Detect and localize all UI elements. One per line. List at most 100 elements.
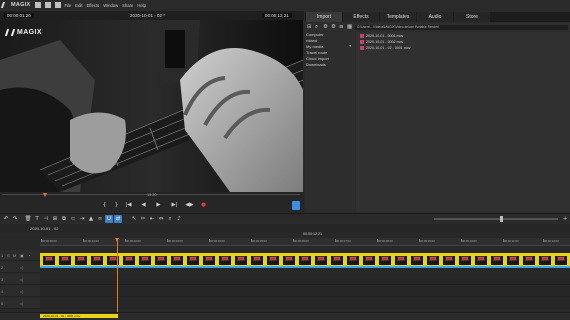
- track-header-5[interactable]: 5 ◁: [0, 298, 40, 309]
- timeline-playhead[interactable]: [115, 238, 119, 320]
- clip-overview[interactable]: 2020-10-01 - 02 - 0001.mov: [40, 314, 118, 318]
- menu-window[interactable]: Window: [103, 3, 118, 8]
- pointer-icon[interactable]: ↖: [130, 215, 138, 223]
- delete-icon[interactable]: 🗑: [24, 215, 32, 223]
- settings-icon[interactable]: ⚙: [323, 24, 329, 30]
- track-lane[interactable]: [40, 274, 570, 285]
- undo-icon[interactable]: ↶: [2, 215, 10, 223]
- list-view-icon[interactable]: ≡: [339, 24, 345, 30]
- range-icon[interactable]: ⇤: [148, 215, 156, 223]
- marker-icon[interactable]: ▲: [87, 215, 95, 223]
- track-header-2[interactable]: 2 ◁: [0, 262, 40, 273]
- ruler-label: 00:00:10:00: [461, 239, 477, 243]
- split-icon[interactable]: ⊣: [42, 215, 50, 223]
- file-item[interactable]: 2020-10-01 - 0002.mov: [356, 39, 570, 44]
- tab-audio[interactable]: Audio: [417, 12, 453, 22]
- watermark: MAGIX: [4, 29, 42, 36]
- mute-button[interactable]: M: [13, 253, 16, 258]
- track-header-3[interactable]: 3 ◁: [0, 274, 40, 285]
- zoom-slider-knob[interactable]: [500, 216, 503, 222]
- menu-edit[interactable]: Edit: [75, 3, 82, 8]
- ruler-label: 00:00:04:00: [209, 239, 225, 243]
- search-icon[interactable]: ⌕: [315, 24, 321, 30]
- speaker-icon[interactable]: ◁: [20, 277, 23, 282]
- redo-icon[interactable]: ↷: [11, 215, 19, 223]
- zoom-icon[interactable]: ⌕: [166, 215, 174, 223]
- play-button[interactable]: ▶: [154, 202, 163, 209]
- stretch-icon[interactable]: ⇔: [157, 215, 165, 223]
- watermark-logo-icon: [4, 29, 16, 36]
- tab-import[interactable]: Import: [306, 12, 342, 22]
- menu-effects[interactable]: Effects: [87, 3, 100, 8]
- edit-toolbar: ↶ ↷ 🗑 T ⊣ ⊞ ⧉ ⊂ ⇥ ▲ ∞ U ⇄ ↖ ✂ ⇤ ⇔ ⌕ ♪ +: [0, 213, 570, 223]
- file-item[interactable]: 2020-10-01 - 0001.mov: [356, 33, 570, 38]
- insert-icon[interactable]: ⊞: [51, 215, 59, 223]
- folder-path-field[interactable]: C:\Users\...\Videos\MAGIX\Video deluxe P…: [355, 24, 568, 30]
- view-options-icon[interactable]: ⚙: [331, 24, 337, 30]
- track-lane[interactable]: [40, 298, 570, 309]
- nav-item-downloads[interactable]: Downloads: [305, 62, 355, 68]
- camera-icon[interactable]: ▣: [20, 253, 24, 258]
- track-lane[interactable]: [40, 286, 570, 297]
- tab-effects[interactable]: Effects: [343, 12, 379, 22]
- record-button[interactable]: ●: [199, 202, 208, 209]
- video-preview[interactable]: MAGIX: [0, 20, 303, 192]
- menu-share[interactable]: Share: [122, 3, 133, 8]
- timeline-scrollbar[interactable]: 2020-10-01 - 02 - 0001.mov: [0, 312, 570, 320]
- thumbnail-frame-icon: [125, 256, 133, 261]
- track-header-4[interactable]: 4 ◁: [0, 286, 40, 297]
- lock-icon[interactable]: ◔: [28, 253, 30, 258]
- tab-store[interactable]: Store: [454, 12, 490, 22]
- speaker-icon[interactable]: ◁: [20, 289, 23, 294]
- back-icon[interactable]: ⊟: [307, 24, 313, 30]
- text-icon[interactable]: T: [33, 215, 41, 223]
- menu-help[interactable]: Help: [137, 3, 146, 8]
- solo-button[interactable]: S: [7, 253, 10, 258]
- timeline-zoom-slider[interactable]: [434, 218, 558, 220]
- volume-icon[interactable]: ♪: [175, 215, 183, 223]
- magnet-icon[interactable]: U: [105, 215, 113, 223]
- thumbnail-frame-icon: [477, 256, 485, 261]
- track-number: 2: [1, 265, 4, 270]
- file-name: 2020-10-01 - 0001.mov: [366, 33, 404, 38]
- mouse-mode-icon[interactable]: ⇄: [114, 215, 122, 223]
- link-icon[interactable]: ∞: [96, 215, 104, 223]
- loop-button[interactable]: ◀▶: [185, 202, 194, 209]
- thumbnail-frame-icon: [509, 256, 517, 261]
- media-pool-tabs: Import Effects Templates Audio Store: [305, 12, 570, 22]
- go-to-end-button[interactable]: ▶|: [170, 202, 179, 209]
- audio-waveform[interactable]: [40, 266, 570, 268]
- thumbnail-frame-icon: [333, 256, 341, 261]
- go-to-start-button[interactable]: |◀: [124, 202, 133, 209]
- mark-out-button[interactable]: }: [112, 202, 121, 209]
- speaker-icon[interactable]: ◁: [20, 265, 23, 270]
- file-item[interactable]: 2020-10-01 - 02 - 0001.mov: [356, 45, 570, 50]
- transport-controls: { } |◀ ◀ ▶ ▶| ◀▶ ●: [0, 199, 304, 212]
- zoom-in-icon[interactable]: +: [561, 215, 569, 223]
- cut-mode-icon[interactable]: ✂: [139, 215, 147, 223]
- previous-frame-button[interactable]: ◀: [139, 202, 148, 209]
- ripple-icon[interactable]: ⇥: [78, 215, 86, 223]
- video-clip[interactable]: [40, 255, 570, 266]
- open-folder-icon[interactable]: [34, 2, 41, 8]
- track-header-1[interactable]: 1 S M ▣ ◔: [0, 250, 40, 261]
- mark-in-button[interactable]: {: [100, 202, 109, 209]
- grid-view-icon[interactable]: ▦: [347, 24, 353, 30]
- chevron-down-icon[interactable]: ▾: [349, 44, 351, 48]
- scrub-position-marker[interactable]: [43, 193, 47, 197]
- thumbnail-frame-icon: [349, 256, 357, 261]
- new-project-icon[interactable]: [54, 2, 61, 8]
- fullscreen-toggle-icon[interactable]: [292, 201, 300, 210]
- save-icon[interactable]: [44, 2, 51, 8]
- speaker-icon[interactable]: ◁: [20, 301, 23, 306]
- preview-scrub-bar[interactable]: 15:20: [0, 192, 304, 199]
- thumbnail-frame-icon: [109, 256, 117, 261]
- file-name: 2020-10-01 - 02 - 0001.mov: [366, 45, 411, 50]
- menu-file[interactable]: File: [65, 3, 72, 8]
- group-icon[interactable]: ⧉: [60, 215, 68, 223]
- thumbnail-frame-icon: [141, 256, 149, 261]
- timeline-timecode: 00:00:12:21: [303, 232, 322, 236]
- tab-templates[interactable]: Templates: [380, 12, 416, 22]
- timeline-ruler[interactable]: 00:00:00:00 00:00:01:00 00:00:02:00 00:0…: [40, 238, 570, 246]
- snap-icon[interactable]: ⊂: [69, 215, 77, 223]
